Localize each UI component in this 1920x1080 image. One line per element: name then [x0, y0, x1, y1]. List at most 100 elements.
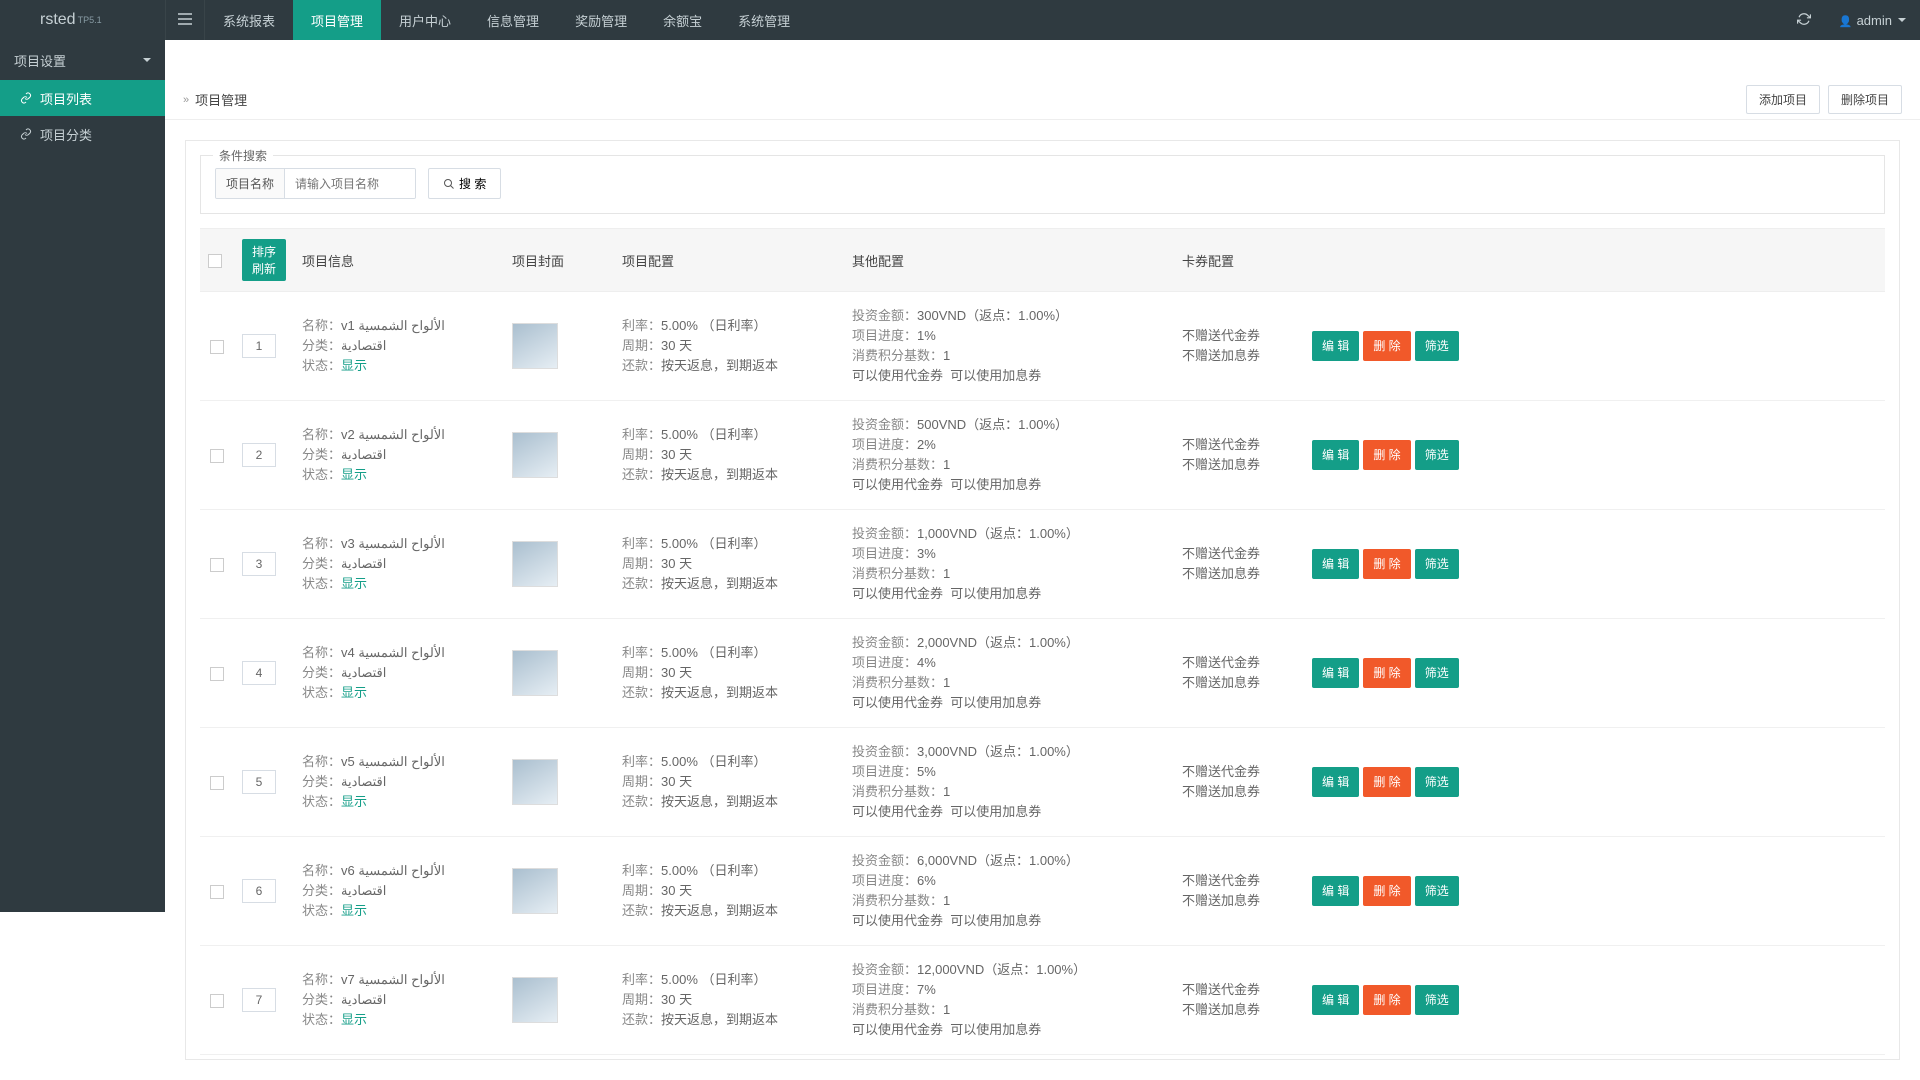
- select-all-checkbox[interactable]: [208, 254, 222, 268]
- label-invest: 投资金额：: [852, 635, 917, 650]
- label-category: 分类：: [302, 338, 341, 353]
- nav-item-3[interactable]: 信息管理: [469, 0, 557, 40]
- row-can-interest: 可以使用加息券: [950, 913, 1041, 928]
- row-invest: 2,000VND（返点：1.00%）: [917, 635, 1079, 650]
- refresh-button[interactable]: [1783, 0, 1825, 40]
- sort-input[interactable]: [242, 334, 276, 358]
- row-repay: 按天返息，到期返本: [661, 903, 778, 918]
- edit-button[interactable]: 编 辑: [1312, 549, 1359, 579]
- row-no-voucher: 不赠送代金券: [1182, 653, 1296, 673]
- sort-input[interactable]: [242, 661, 276, 685]
- delete-button[interactable]: 删 除: [1363, 440, 1410, 470]
- cover-thumbnail[interactable]: [512, 868, 558, 914]
- nav-item-1[interactable]: 项目管理: [293, 0, 381, 40]
- edit-button[interactable]: 编 辑: [1312, 440, 1359, 470]
- filter-button[interactable]: 筛选: [1415, 767, 1459, 797]
- sort-refresh-button[interactable]: 排序刷新: [242, 239, 286, 281]
- row-checkbox[interactable]: [210, 776, 224, 790]
- row-progress: 5%: [917, 764, 936, 779]
- label-name: 名称：: [302, 536, 341, 551]
- label-name: 名称：: [302, 863, 341, 878]
- cover-thumbnail[interactable]: [512, 432, 558, 478]
- nav-item-5[interactable]: 余额宝: [645, 0, 720, 40]
- label-status: 状态：: [302, 1012, 341, 1027]
- filter-button[interactable]: 筛选: [1415, 549, 1459, 579]
- sort-input[interactable]: [242, 770, 276, 794]
- row-can-interest: 可以使用加息券: [950, 804, 1041, 819]
- delete-project-button[interactable]: 删除项目: [1828, 85, 1902, 114]
- filter-button[interactable]: 筛选: [1415, 440, 1459, 470]
- delete-button[interactable]: 删 除: [1363, 985, 1410, 1015]
- delete-button[interactable]: 删 除: [1363, 549, 1410, 579]
- content-header: » 项目管理 添加项目 删除项目: [165, 80, 1920, 120]
- search-button-label: 搜 索: [459, 175, 486, 192]
- row-no-interest: 不赠送加息券: [1182, 891, 1296, 911]
- edit-button[interactable]: 编 辑: [1312, 985, 1359, 1015]
- cover-thumbnail[interactable]: [512, 759, 558, 805]
- row-checkbox[interactable]: [210, 340, 224, 354]
- row-no-interest: 不赠送加息券: [1182, 673, 1296, 693]
- row-checkbox[interactable]: [210, 994, 224, 1008]
- row-rate: 5.00% （日利率）: [661, 318, 766, 333]
- nav-item-4[interactable]: 奖励管理: [557, 0, 645, 40]
- row-checkbox[interactable]: [210, 558, 224, 572]
- delete-button[interactable]: 删 除: [1363, 876, 1410, 906]
- row-name: الألواح الشمسية v5: [341, 754, 445, 769]
- sidebar-header[interactable]: 项目设置: [0, 40, 165, 80]
- sort-input[interactable]: [242, 443, 276, 467]
- cover-thumbnail[interactable]: [512, 541, 558, 587]
- table-row: 名称：الألواح الشمسية v5分类：اقتصادية状态：显示利率：…: [200, 728, 1885, 837]
- filter-button[interactable]: 筛选: [1415, 658, 1459, 688]
- main-panel: 条件搜索 项目名称 搜 索: [185, 140, 1900, 1060]
- cover-thumbnail[interactable]: [512, 977, 558, 1023]
- add-project-button[interactable]: 添加项目: [1746, 85, 1820, 114]
- row-name: الألواح الشمسية v7: [341, 972, 445, 987]
- edit-button[interactable]: 编 辑: [1312, 658, 1359, 688]
- label-invest: 投资金额：: [852, 308, 917, 323]
- filter-button[interactable]: 筛选: [1415, 985, 1459, 1015]
- label-category: 分类：: [302, 556, 341, 571]
- sidebar-item-0[interactable]: 项目列表: [0, 80, 165, 116]
- delete-button[interactable]: 删 除: [1363, 767, 1410, 797]
- label-status: 状态：: [302, 685, 341, 700]
- row-status: 显示: [341, 903, 367, 918]
- sort-input[interactable]: [242, 879, 276, 903]
- edit-button[interactable]: 编 辑: [1312, 876, 1359, 906]
- sidebar-toggle[interactable]: [165, 0, 205, 40]
- label-category: 分类：: [302, 992, 341, 1007]
- edit-button[interactable]: 编 辑: [1312, 767, 1359, 797]
- filter-button[interactable]: 筛选: [1415, 876, 1459, 906]
- nav-item-6[interactable]: 系统管理: [720, 0, 808, 40]
- row-repay: 按天返息，到期返本: [661, 576, 778, 591]
- row-checkbox[interactable]: [210, 667, 224, 681]
- row-checkbox[interactable]: [210, 449, 224, 463]
- sort-input[interactable]: [242, 552, 276, 576]
- cover-thumbnail[interactable]: [512, 323, 558, 369]
- sidebar-header-label: 项目设置: [14, 51, 66, 70]
- search-legend: 条件搜索: [213, 147, 273, 164]
- label-status: 状态：: [302, 576, 341, 591]
- search-button[interactable]: 搜 索: [428, 168, 501, 199]
- th-config: 项目配置: [614, 229, 844, 292]
- row-progress: 7%: [917, 982, 936, 997]
- row-status: 显示: [341, 685, 367, 700]
- row-rate: 5.00% （日利率）: [661, 863, 766, 878]
- nav-item-0[interactable]: 系统报表: [205, 0, 293, 40]
- cover-thumbnail[interactable]: [512, 650, 558, 696]
- delete-button[interactable]: 删 除: [1363, 658, 1410, 688]
- label-category: 分类：: [302, 774, 341, 789]
- user-menu[interactable]: admin: [1825, 0, 1920, 40]
- sort-input[interactable]: [242, 988, 276, 1012]
- edit-button[interactable]: 编 辑: [1312, 331, 1359, 361]
- row-no-interest: 不赠送加息券: [1182, 346, 1296, 366]
- project-name-input[interactable]: [285, 169, 415, 198]
- row-cycle: 30 天: [661, 774, 692, 789]
- filter-button[interactable]: 筛选: [1415, 331, 1459, 361]
- row-checkbox[interactable]: [210, 885, 224, 899]
- nav-item-2[interactable]: 用户中心: [381, 0, 469, 40]
- sidebar-item-1[interactable]: 项目分类: [0, 116, 165, 152]
- label-category: 分类：: [302, 447, 341, 462]
- row-no-voucher: 不赠送代金券: [1182, 871, 1296, 891]
- delete-button[interactable]: 删 除: [1363, 331, 1410, 361]
- label-status: 状态：: [302, 794, 341, 809]
